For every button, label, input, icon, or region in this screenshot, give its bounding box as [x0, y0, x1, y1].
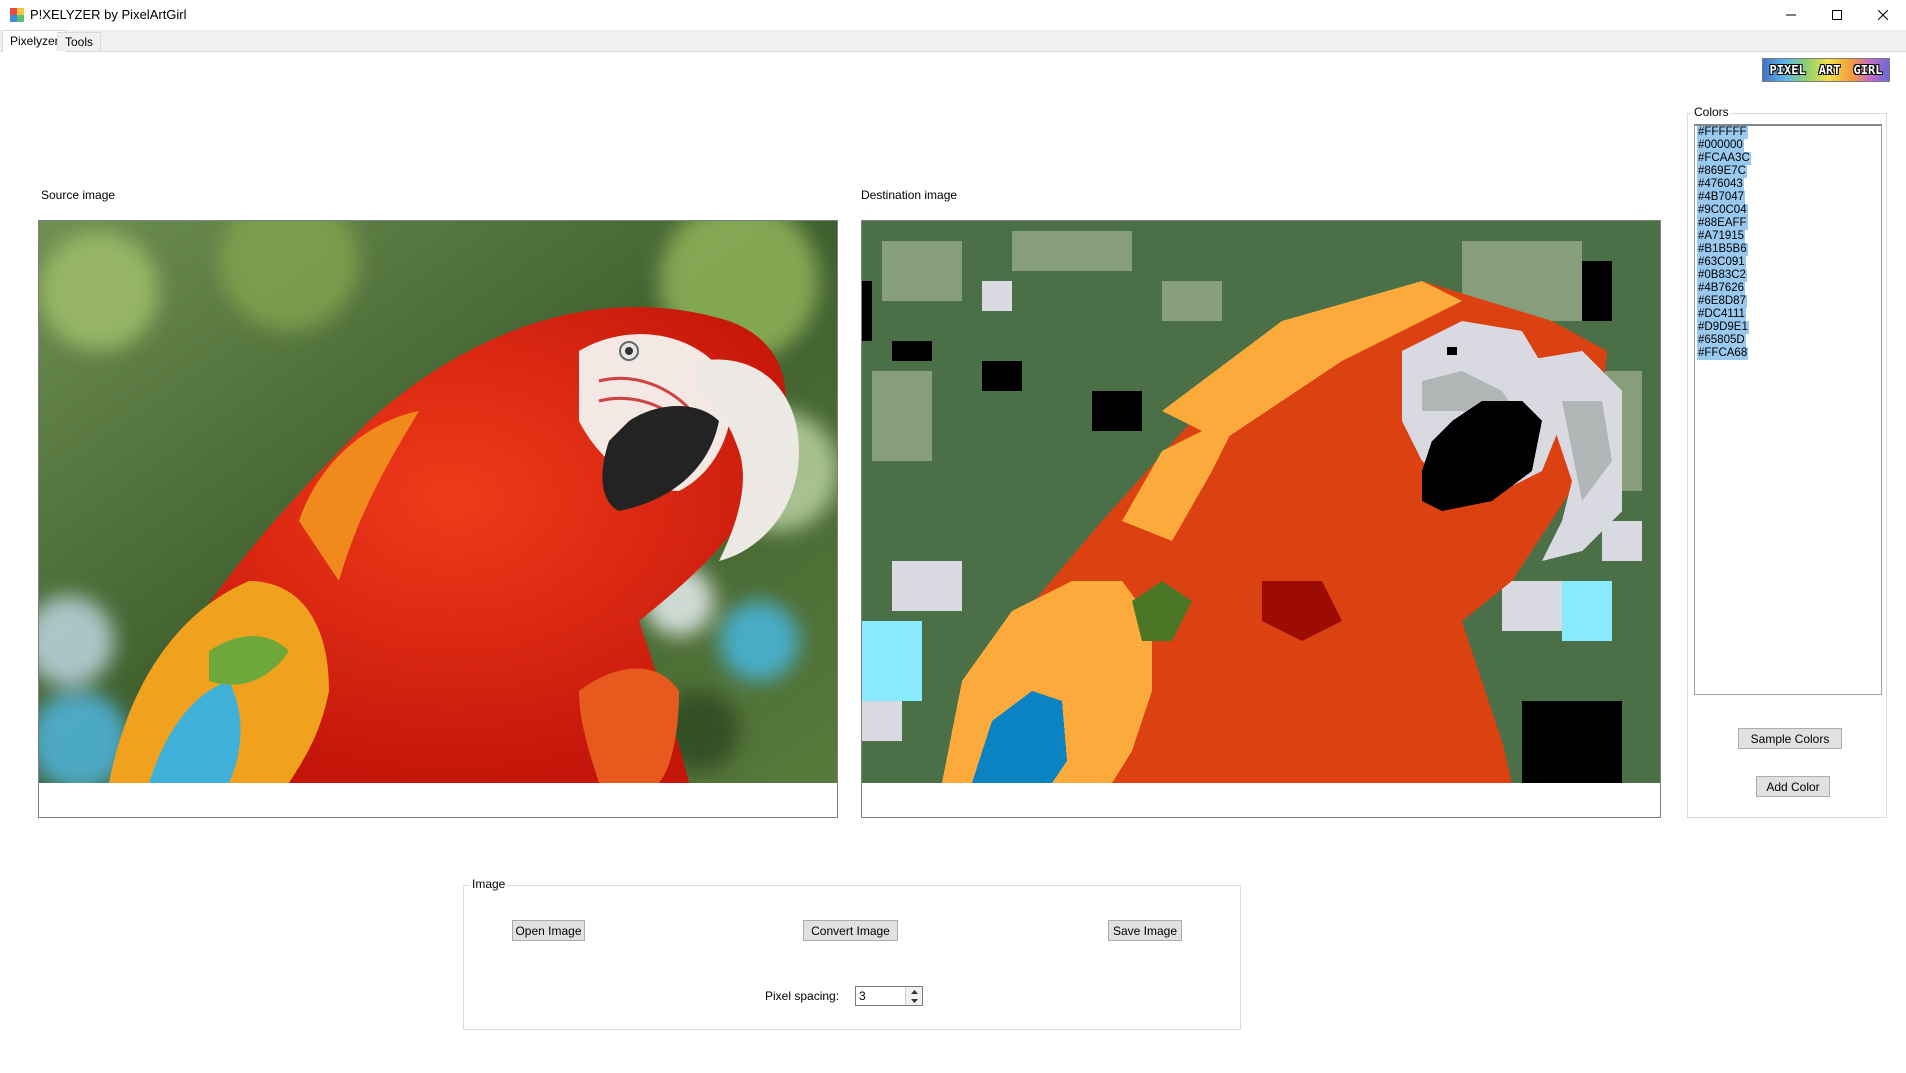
pixelartgirl-logo: PIXEL ART GIRL [1762, 58, 1890, 82]
source-image-label: Source image [41, 188, 116, 202]
image-group-label: Image [470, 877, 508, 891]
image-group [463, 885, 1241, 1030]
close-icon [1878, 10, 1888, 20]
maximize-button[interactable] [1814, 0, 1860, 30]
maximize-icon [1832, 10, 1842, 20]
spin-buttons [905, 987, 922, 1005]
source-parrot-image [39, 221, 837, 783]
convert-image-button[interactable]: Convert Image [803, 920, 898, 941]
caret-up-icon [910, 989, 918, 994]
colors-group-label: Colors [1692, 105, 1731, 119]
color-list-item[interactable]: #65805D [1697, 334, 1746, 347]
source-image-panel [38, 220, 838, 818]
title-bar: P!XELYZER by PixelArtGirl [0, 0, 1906, 30]
destination-image-panel [861, 220, 1661, 818]
color-list-item[interactable]: #88EAFF [1697, 217, 1748, 230]
caret-down-icon [910, 998, 918, 1003]
pixel-spacing-value[interactable]: 3 [859, 989, 866, 1003]
colors-listbox[interactable]: #FFFFFF #000000 #FCAA3C #869E7C #476043 … [1694, 124, 1882, 695]
color-list-item[interactable]: #DC4111 [1697, 308, 1746, 321]
open-image-button[interactable]: Open Image [512, 920, 585, 941]
color-list-item[interactable]: #000000 [1697, 139, 1744, 152]
color-list-item[interactable]: #4B7047 [1697, 191, 1746, 204]
color-list-item[interactable]: #D9D9E1 [1697, 321, 1749, 334]
close-button[interactable] [1860, 0, 1906, 30]
color-list-item[interactable]: #B1B5B6 [1697, 243, 1748, 256]
color-list-item[interactable]: #869E7C [1697, 165, 1747, 178]
window-title: P!XELYZER by PixelArtGirl [30, 7, 187, 22]
pixel-spacing-stepper[interactable]: 3 [855, 986, 923, 1006]
spin-down-button[interactable] [906, 996, 922, 1005]
color-list-item[interactable]: #FCAA3C [1697, 152, 1751, 165]
color-list-item[interactable]: #6E8D87 [1697, 295, 1747, 308]
color-list-item[interactable]: #A71915 [1697, 230, 1746, 243]
logo-word-art: ART [1818, 63, 1841, 77]
minimize-icon [1786, 14, 1796, 16]
destination-parrot-image [862, 221, 1660, 783]
pixel-spacing-label: Pixel spacing: [765, 989, 840, 1003]
logo-word-pixel: PIXEL [1769, 63, 1806, 77]
add-color-button[interactable]: Add Color [1756, 776, 1830, 797]
color-list-item[interactable]: #476043 [1697, 178, 1744, 191]
color-list-item[interactable]: #4B7626 [1697, 282, 1746, 295]
color-list-item[interactable]: #9C0C04 [1697, 204, 1748, 217]
sample-colors-button[interactable]: Sample Colors [1738, 728, 1842, 749]
color-list-item[interactable]: #63C091 [1697, 256, 1746, 269]
logo-word-girl: GIRL [1853, 63, 1883, 77]
minimize-button[interactable] [1768, 0, 1814, 30]
spin-up-button[interactable] [906, 987, 922, 996]
app-icon [10, 8, 24, 22]
tab-tools[interactable]: Tools [57, 32, 102, 51]
tab-strip: Pixelyzer Tools [0, 30, 1906, 52]
color-list-item[interactable]: #FFCA68 [1697, 347, 1749, 360]
save-image-button[interactable]: Save Image [1108, 920, 1182, 941]
destination-image-label: Destination image [861, 188, 958, 202]
color-list-item[interactable]: #0B83C2 [1697, 269, 1747, 282]
color-list-item[interactable]: #FFFFFF [1697, 126, 1748, 139]
